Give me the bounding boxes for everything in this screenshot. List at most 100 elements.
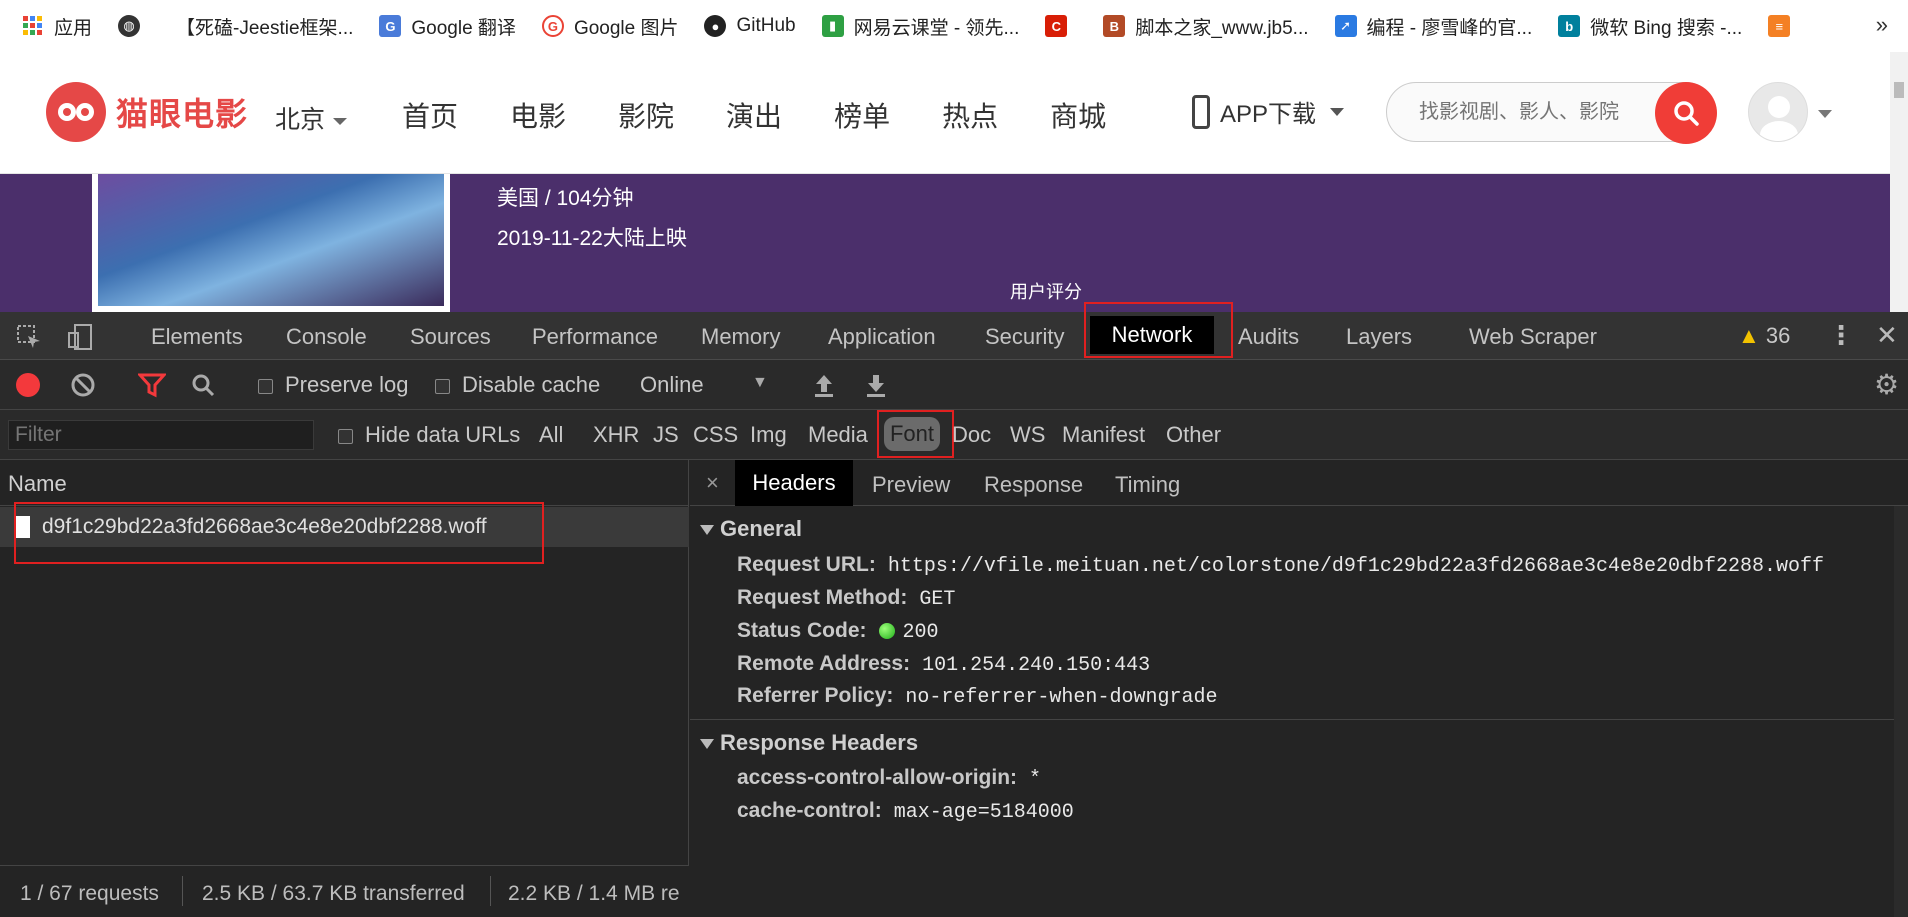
chevron-down-icon	[1330, 107, 1345, 116]
app-download-label: APP下载	[1220, 101, 1317, 128]
nav-shows[interactable]: 演出	[726, 95, 782, 135]
filter-type-doc[interactable]: Doc	[952, 422, 991, 448]
filter-type-xhr[interactable]: XHR	[593, 422, 639, 448]
nav-mall[interactable]: 商城	[1050, 95, 1106, 135]
disable-cache-label: Disable cache	[462, 372, 601, 397]
search-icon	[1674, 101, 1699, 126]
device-toolbar-icon[interactable]	[66, 322, 96, 352]
filter-type-other[interactable]: Other	[1166, 422, 1221, 448]
column-header-name[interactable]: Name	[0, 460, 689, 506]
general-section-header[interactable]: General	[700, 516, 802, 542]
general-title: General	[720, 516, 802, 541]
inspect-element-icon[interactable]	[16, 324, 42, 350]
tab-preview[interactable]: Preview	[872, 472, 950, 498]
close-icon[interactable]: ×	[706, 470, 719, 496]
hide-data-urls-checkbox[interactable]: Hide data URLs	[338, 422, 520, 448]
import-icon[interactable]	[812, 372, 836, 398]
bookmark-label: Google 翻译	[411, 17, 516, 39]
tab-security[interactable]: Security	[985, 324, 1064, 350]
details-scrollbar[interactable]	[1894, 506, 1908, 917]
nav-hot[interactable]: 热点	[942, 95, 998, 135]
tab-headers[interactable]: Headers	[735, 460, 853, 506]
tab-audits[interactable]: Audits	[1238, 324, 1299, 350]
clear-icon[interactable]	[70, 372, 96, 398]
filter-type-all[interactable]: All	[539, 422, 563, 448]
search-button[interactable]	[1655, 82, 1717, 144]
warnings-counter[interactable]: ▲ 36	[1738, 323, 1790, 349]
filter-type-manifest[interactable]: Manifest	[1062, 422, 1145, 448]
bookmark-bing[interactable]: b 微软 Bing 搜索 -...	[1558, 13, 1742, 40]
movie-poster[interactable]	[92, 174, 450, 312]
tab-console[interactable]: Console	[286, 324, 367, 350]
city-label: 北京	[275, 106, 326, 134]
highlight-box	[14, 502, 544, 564]
avatar[interactable]	[1748, 82, 1808, 142]
bookmark-label: 脚本之家_www.jb5...	[1135, 17, 1309, 39]
nav-home[interactable]: 首页	[402, 95, 458, 135]
tab-web-scraper[interactable]: Web Scraper	[1469, 324, 1597, 350]
bookmark-github[interactable]: ● GitHub	[704, 15, 796, 37]
bookmark-label: 【死磕-Jeestie框架...	[176, 17, 354, 39]
nav-cinemas[interactable]: 影院	[618, 95, 674, 135]
tab-elements[interactable]: Elements	[151, 324, 243, 350]
throttling-select[interactable]: Online ▼	[640, 372, 768, 398]
export-icon[interactable]	[864, 372, 888, 398]
response-headers-section-header[interactable]: Response Headers	[700, 730, 918, 756]
settings-gear-icon[interactable]: ⚙	[1874, 368, 1899, 401]
hide-data-urls-label: Hide data URLs	[365, 422, 521, 447]
request-details-pane: × Headers Preview Response Timing Genera…	[690, 460, 1908, 917]
filter-type-ws[interactable]: WS	[1010, 422, 1045, 448]
filter-type-css[interactable]: CSS	[693, 422, 738, 448]
chevron-down-icon[interactable]	[1818, 110, 1832, 118]
bookmark-liaoxuefeng[interactable]: ➚ 编程 - 廖雪峰的官...	[1334, 13, 1532, 40]
bookmark-label: GitHub	[736, 15, 796, 36]
tab-application[interactable]: Application	[828, 324, 936, 350]
bookmark-csdn[interactable]: C	[1045, 15, 1077, 37]
highlight-box	[1084, 302, 1233, 358]
city-selector[interactable]: 北京	[275, 100, 348, 136]
nav-rankings[interactable]: 榜单	[834, 95, 890, 135]
site-logo[interactable]: 猫眼电影	[46, 82, 248, 142]
header-value: https://vfile.meituan.net/colorstone/d9f…	[887, 555, 1824, 578]
bookmark-jeestie[interactable]: 【死磕-Jeestie框架...	[176, 13, 353, 40]
filter-icon[interactable]	[138, 372, 166, 398]
bing-icon: b	[1558, 15, 1581, 37]
tab-timing[interactable]: Timing	[1115, 472, 1180, 498]
more-options-icon[interactable]: ⋮	[1828, 320, 1854, 351]
bookmarks-more-button[interactable]: »	[1876, 12, 1888, 38]
google-translate-icon: G	[379, 15, 402, 37]
bookmark-globe[interactable]: ◍	[118, 15, 150, 37]
app-download-menu[interactable]: APP下载	[1192, 94, 1345, 129]
tab-memory[interactable]: Memory	[701, 324, 780, 350]
network-filter-bar: Hide data URLs All XHR JS CSS Img Media …	[0, 410, 1908, 460]
bookmark-jb51[interactable]: B 脚本之家_www.jb5...	[1103, 13, 1309, 40]
filter-type-js[interactable]: JS	[653, 422, 679, 448]
bookmark-label: Google 图片	[573, 17, 679, 39]
bookmark-stackoverflow[interactable]: ≡	[1768, 15, 1800, 37]
bookmark-google-translate[interactable]: G Google 翻译	[379, 13, 516, 40]
response-headers-title: Response Headers	[720, 730, 919, 755]
filter-input[interactable]	[8, 420, 314, 450]
tab-performance[interactable]: Performance	[532, 324, 658, 350]
disable-cache-checkbox[interactable]: Disable cache	[435, 372, 600, 398]
bookmark-apps[interactable]: 应用	[22, 13, 92, 40]
webpage: 猫眼电影 北京 首页 电影 影院 演出 榜单 热点 商城 APP下载 美国 /	[0, 52, 1908, 312]
page-scrollbar[interactable]	[1890, 52, 1908, 312]
search-icon[interactable]	[190, 372, 216, 398]
scrollbar-thumb[interactable]	[1894, 82, 1904, 98]
record-icon[interactable]	[16, 373, 40, 397]
tab-response[interactable]: Response	[984, 472, 1083, 498]
bookmark-google-images[interactable]: G Google 图片	[541, 13, 679, 40]
bookmark-label: 网易云课堂 - 领先...	[853, 17, 1020, 39]
nav-movies[interactable]: 电影	[510, 95, 566, 135]
search-input[interactable]	[1417, 95, 1637, 129]
tab-layers[interactable]: Layers	[1346, 324, 1412, 350]
close-icon[interactable]: ✕	[1876, 320, 1898, 351]
filter-type-media[interactable]: Media	[808, 422, 868, 448]
preserve-log-checkbox[interactable]: Preserve log	[258, 372, 409, 398]
netease-icon: ▮	[821, 15, 844, 37]
tab-sources[interactable]: Sources	[410, 324, 491, 350]
bookmark-netease[interactable]: ▮ 网易云课堂 - 领先...	[821, 13, 1020, 40]
filter-type-img[interactable]: Img	[750, 422, 787, 448]
divider	[490, 876, 491, 906]
